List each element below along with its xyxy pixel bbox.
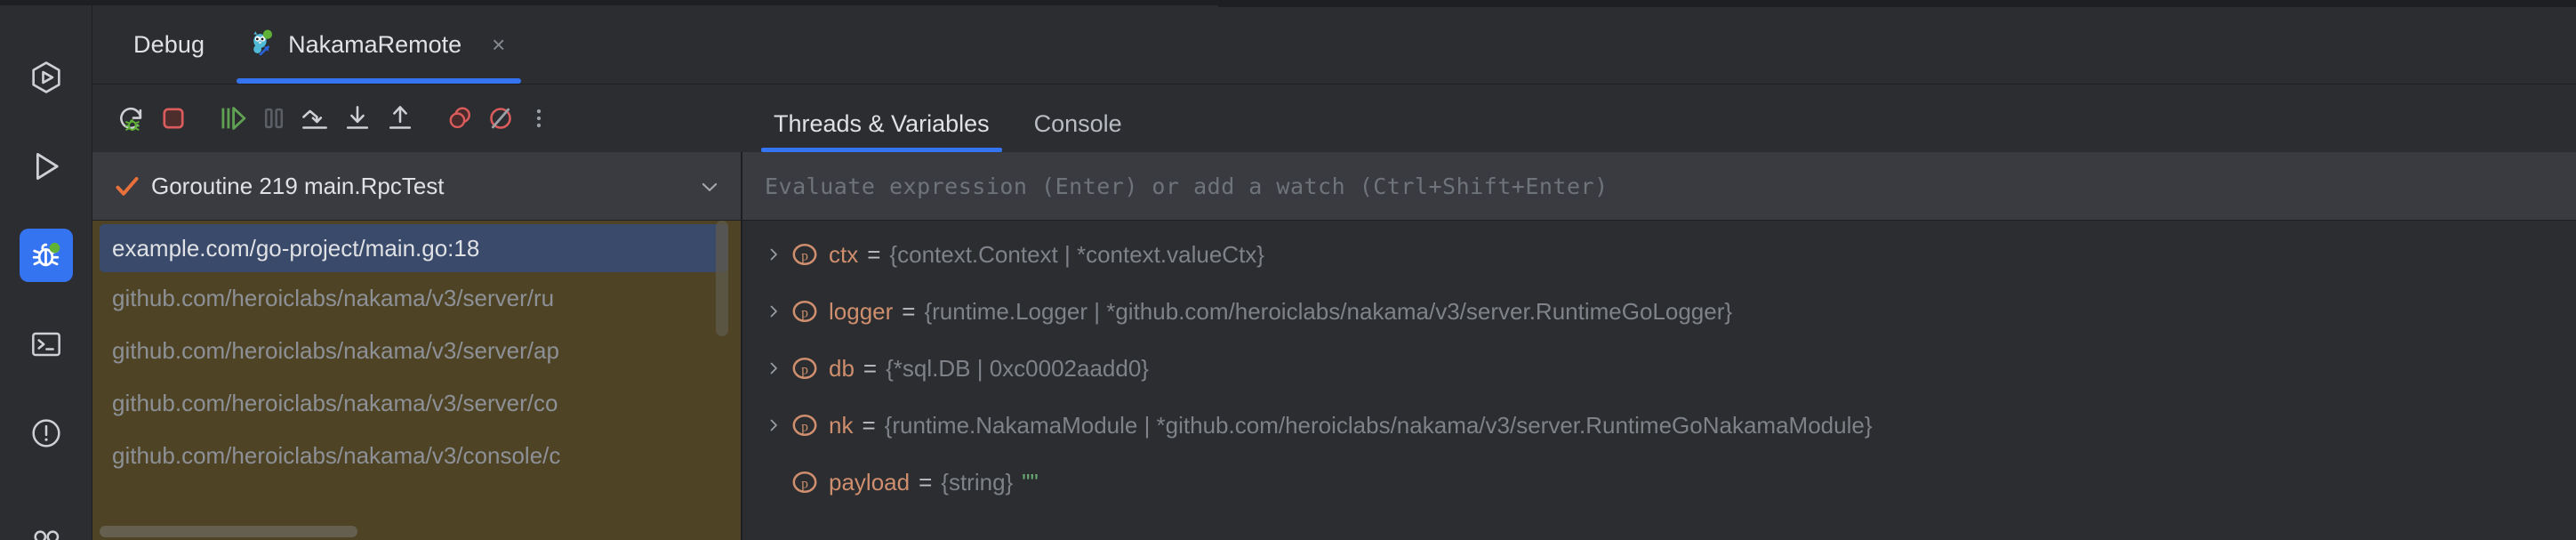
variable-equals: = [862,411,876,439]
close-icon[interactable]: × [486,29,510,60]
window-top-strip [0,0,1218,5]
tab-nakamaremote[interactable]: NakamaRemote × [228,5,530,84]
tab-nakamaremote-label: NakamaRemote [288,30,462,58]
frame-label: example.com/go-project/main.go:18 [112,234,480,262]
debug-icon [28,237,65,274]
chevron-right-icon[interactable] [758,302,790,320]
frame-label: github.com/heroiclabs/nakama/v3/server/a… [112,337,559,364]
page-title: Debug [133,30,205,58]
variable-value: {runtime.Logger | *github.com/heroiclabs… [924,297,1733,325]
sidebar-item-run[interactable] [20,140,73,193]
tab-console-label: Console [1033,110,1122,137]
svg-text:p: p [801,249,808,264]
variable-equals: = [902,297,916,325]
variable-value: {*sql.DB | 0xc0002aadd0} [886,354,1149,382]
sidebar-item-debug[interactable] [20,229,73,282]
evaluate-expression-placeholder: Evaluate expression (Enter) or add a wat… [765,173,1609,199]
frames-vertical-scrollbar[interactable] [716,221,728,336]
debug-toolbar [92,85,542,151]
chevron-right-icon[interactable] [758,246,790,263]
sidebar-item-overflow[interactable] [20,498,73,540]
thread-selector[interactable]: Goroutine 219 main.RpcTest [92,152,742,221]
terminal-icon [28,326,64,362]
variable-row-logger[interactable]: p logger = {runtime.Logger | *github.com… [742,283,2576,340]
mute-breakpoints-button[interactable] [486,94,516,142]
evaluate-expression-field[interactable]: Evaluate expression (Enter) or add a wat… [742,152,2576,221]
chevron-right-icon[interactable] [758,416,790,434]
variable-name: nk [829,411,854,439]
sidebar-item-terminal[interactable] [20,318,73,371]
variables-tabs: Threads & Variables Console [742,85,2576,152]
variable-row-payload[interactable]: p payload = {string} "" [742,454,2576,511]
variables-panel[interactable]: p ctx = {context.Context | *context.valu… [742,221,2576,540]
variable-row-db[interactable]: p db = {*sql.DB | 0xc0002aadd0} [742,340,2576,397]
more-tools-icon [28,507,64,540]
variable-name: db [829,354,855,382]
view-breakpoints-button[interactable] [445,94,475,142]
variable-name: payload [829,468,911,496]
more-options-button[interactable] [526,94,551,142]
svg-text:p: p [801,477,808,492]
tab-threads-and-variables-label: Threads & Variables [774,110,990,137]
variable-equals: = [863,354,878,382]
frame-row[interactable]: github.com/heroiclabs/nakama/v3/server/r… [92,272,741,325]
variable-value: {runtime.NakamaModule | *github.com/hero… [884,411,1873,439]
frame-row[interactable]: github.com/heroiclabs/nakama/v3/server/a… [92,325,741,377]
parameter-icon: p [790,467,820,497]
sidebar-item-services[interactable] [20,51,73,104]
parameter-icon: p [790,410,820,440]
tab-console[interactable]: Console [1022,110,1135,152]
sidebar-item-problems[interactable] [20,407,73,460]
variable-name: ctx [829,240,859,268]
step-over-button[interactable] [299,94,331,142]
frame-row[interactable]: github.com/heroiclabs/nakama/v3/server/c… [92,377,741,430]
variable-value: {string} [941,468,1014,496]
frame-row-current[interactable]: example.com/go-project/main.go:18 [100,224,728,272]
variable-equals: = [867,240,881,268]
debug-tool-window: Debug NakamaRemote × Threads & Variables… [0,0,2576,540]
variable-row-ctx[interactable]: p ctx = {context.Context | *context.valu… [742,226,2576,283]
resume-button[interactable] [217,94,249,142]
variable-string-value: "" [1022,468,1039,496]
step-out-button[interactable] [384,94,416,142]
frame-label: github.com/heroiclabs/nakama/v3/console/… [112,442,561,469]
svg-text:p: p [801,420,808,435]
pause-button[interactable] [260,94,288,142]
variable-equals: = [919,468,933,496]
frames-horizontal-scrollbar[interactable] [100,526,357,537]
orange-checkmark-icon [114,173,140,200]
services-icon [28,59,65,96]
frame-label: github.com/heroiclabs/nakama/v3/server/c… [112,390,558,416]
left-tool-rail [0,0,92,540]
stop-button[interactable] [158,94,189,142]
chevron-right-icon[interactable] [758,359,790,377]
debug-main-area: Debug NakamaRemote × Threads & Variables… [92,0,2576,540]
variable-value: {context.Context | *context.valueCtx} [889,240,1264,268]
tab-header-row: Debug NakamaRemote × [92,5,2576,84]
run-icon [28,148,65,185]
rerun-debug-button[interactable] [116,94,148,142]
panel-horizontal-divider [92,220,2576,221]
window-top-strip-right [1218,0,2576,7]
frames-panel[interactable]: example.com/go-project/main.go:18 github… [92,221,742,540]
variable-name: logger [829,297,894,325]
thread-selector-label: Goroutine 219 main.RpcTest [151,173,445,199]
frame-row[interactable]: github.com/heroiclabs/nakama/v3/console/… [92,430,741,482]
parameter-icon: p [790,296,820,326]
chevron-down-icon[interactable] [698,175,721,198]
parameter-icon: p [790,239,820,270]
frame-label: github.com/heroiclabs/nakama/v3/server/r… [112,285,555,311]
svg-text:p: p [801,363,808,378]
problems-icon [28,415,64,451]
svg-text:p: p [801,306,808,321]
go-gopher-remote-icon [247,28,277,62]
variable-row-nk[interactable]: p nk = {runtime.NakamaModule | *github.c… [742,397,2576,454]
parameter-icon: p [790,353,820,383]
step-into-button[interactable] [341,94,373,142]
tab-threads-and-variables[interactable]: Threads & Variables [761,110,1002,152]
